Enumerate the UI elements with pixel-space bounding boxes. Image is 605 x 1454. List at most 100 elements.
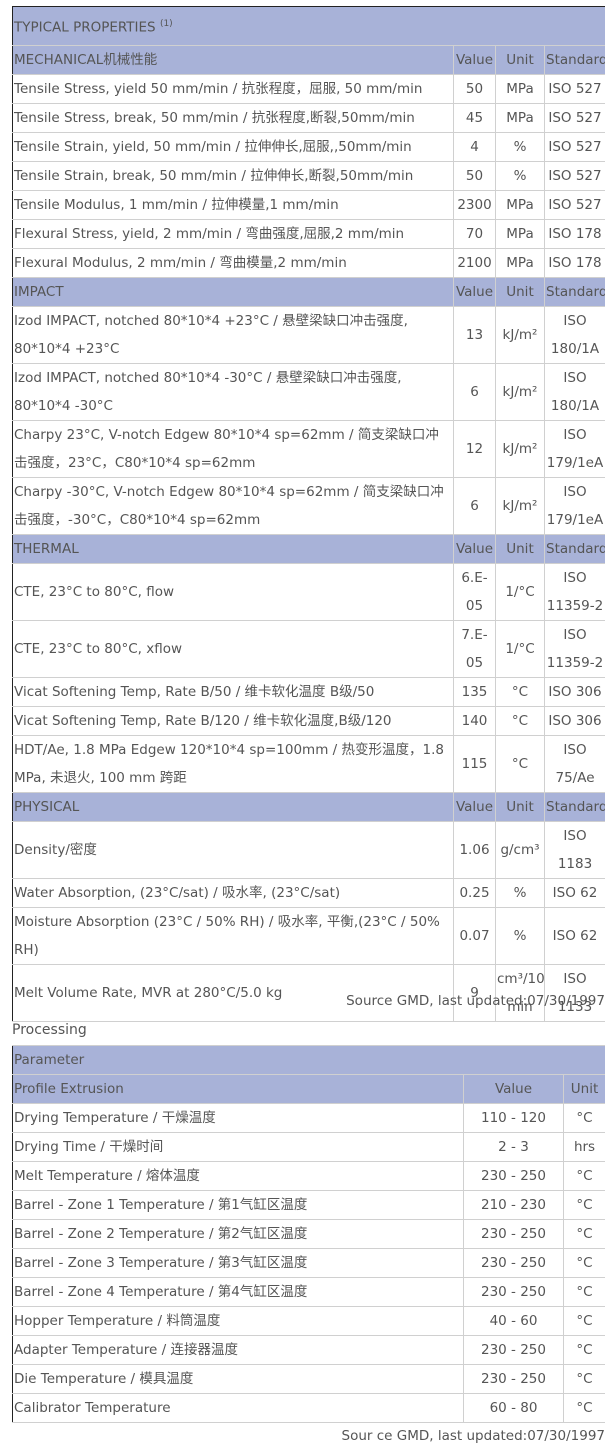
section-name: PHYSICAL (12, 791, 454, 822)
property-standard: ISO 11359-2 (544, 619, 605, 678)
property-value: 13 (453, 305, 496, 364)
processing-value: 230 - 250 (463, 1248, 564, 1278)
processing-unit: °C (562, 1335, 605, 1365)
processing-section-name: Profile Extrusion (12, 1074, 464, 1104)
property-row: Charpy 23°C, V-notch Edgew 80*10*4 sp=62… (12, 419, 605, 478)
property-label: Izod IMPACT, notched 80*10*4 +23°C / 悬壁梁… (12, 305, 454, 364)
property-label: Moisture Absorption (23°C / 50% RH) / 吸水… (12, 906, 454, 965)
property-value: 0.07 (453, 906, 496, 965)
section-header-row: IMPACT Value Unit Standard (12, 276, 605, 307)
property-standard: ISO 179/1eA (544, 419, 605, 478)
property-standard: ISO 527 (544, 102, 605, 133)
property-row: Vicat Softening Temp, Rate B/120 / 维卡软化温… (12, 705, 605, 736)
property-standard: ISO 180/1A (544, 362, 605, 421)
property-value: 6 (453, 476, 496, 535)
property-unit: % (495, 160, 545, 191)
property-row: Tensile Strain, break, 50 mm/min / 拉伸伸长,… (12, 160, 605, 191)
processing-unit: hrs (562, 1132, 605, 1162)
property-value: 140 (453, 705, 496, 736)
property-row: Charpy -30°C, V-notch Edgew 80*10*4 sp=6… (12, 476, 605, 535)
processing-row: Melt Temperature / 熔体温度 230 - 250 °C (12, 1161, 605, 1191)
processing-row: Drying Time / 干燥时间 2 - 3 hrs (12, 1132, 605, 1162)
property-label: Flexural Stress, yield, 2 mm/min / 弯曲强度,… (12, 218, 454, 249)
processing-unit: °C (562, 1190, 605, 1220)
processing-row: Die Temperature / 模具温度 230 - 250 °C (12, 1364, 605, 1394)
processing-row: Barrel - Zone 2 Temperature / 第2气缸区温度 230… (12, 1219, 605, 1249)
section-header-row: THERMAL Value Unit Standard (12, 533, 605, 564)
property-label: Tensile Strain, yield, 50 mm/min / 拉伸伸长,… (12, 131, 454, 162)
property-row: Tensile Stress, break, 50 mm/min / 抗张程度,… (12, 102, 605, 133)
properties-title: TYPICAL PROPERTIES (1) (12, 6, 605, 46)
processing-value-header: Value (463, 1074, 564, 1104)
processing-label: Melt Temperature / 熔体温度 (12, 1161, 464, 1191)
property-label: Tensile Modulus, 1 mm/min / 拉伸模量,1 mm/mi… (12, 189, 454, 220)
processing-label: Barrel - Zone 1 Temperature / 第1气缸区温度 (12, 1190, 464, 1220)
processing-row: Barrel - Zone 3 Temperature / 第3气缸区温度 230… (12, 1248, 605, 1278)
processing-value: 110 - 120 (463, 1103, 564, 1133)
property-row: Water Absorption, (23°C/sat) / 吸水率, (23°… (12, 877, 605, 908)
property-standard: ISO 62 (544, 877, 605, 908)
standard-header: Standard (544, 791, 605, 822)
property-standard: ISO 527 (544, 160, 605, 191)
properties-title-footnote: (1) (159, 19, 173, 29)
typical-properties-table: TYPICAL PROPERTIES (1) MECHANICAL机械性能 Val… (12, 6, 605, 1022)
property-value: 70 (453, 218, 496, 249)
property-standard: ISO 306 (544, 676, 605, 707)
processing-row: Drying Temperature / 干燥温度 110 - 120 °C (12, 1103, 605, 1133)
property-row: Flexural Stress, yield, 2 mm/min / 弯曲强度,… (12, 218, 605, 249)
processing-body: Parameter Profile Extrusion Value Unit D… (11, 1045, 605, 1423)
unit-header: Unit (495, 533, 545, 564)
property-value: 2100 (453, 247, 496, 278)
property-unit: kJ/m² (495, 362, 545, 421)
property-unit: kJ/m² (495, 305, 545, 364)
processing-unit: °C (562, 1364, 605, 1394)
standard-header: Standard (544, 533, 605, 564)
property-row: Density/密度 1.06 g/cm³ ISO 1183 (12, 820, 605, 879)
section-header-row: MECHANICAL机械性能 Value Unit Standard (12, 44, 605, 75)
property-standard: ISO 75/Ae (544, 734, 605, 793)
processing-header-row: Parameter (11, 1045, 605, 1075)
property-label: Tensile Stress, yield 50 mm/min / 抗张程度，屈… (12, 73, 454, 104)
processing-section-row: Profile Extrusion Value Unit (12, 1074, 605, 1104)
property-value: 7.E-05 (453, 619, 496, 678)
parameter-header: Parameter (11, 1045, 605, 1075)
property-label: Tensile Stress, break, 50 mm/min / 抗张程度,… (12, 102, 454, 133)
property-standard: ISO 178 (544, 247, 605, 278)
property-unit: °C (495, 676, 545, 707)
property-standard: ISO 179/1eA (544, 476, 605, 535)
property-value: 6.E-05 (453, 562, 496, 621)
property-label: Density/密度 (12, 820, 454, 879)
property-label: Charpy -30°C, V-notch Edgew 80*10*4 sp=6… (12, 476, 454, 535)
processing-value: 230 - 250 (463, 1161, 564, 1191)
processing-label: Die Temperature / 模具温度 (12, 1364, 464, 1394)
processing-value: 60 - 80 (463, 1393, 564, 1423)
property-standard: ISO 527 (544, 189, 605, 220)
property-row: HDT/Ae, 1.8 MPa Edgew 120*10*4 sp=100mm … (12, 734, 605, 793)
property-row: Moisture Absorption (23°C / 50% RH) / 吸水… (12, 906, 605, 965)
property-standard: ISO 527 (544, 73, 605, 104)
processing-row: Barrel - Zone 4 Temperature / 第4气缸区温度 230… (12, 1277, 605, 1307)
property-unit: MPa (495, 73, 545, 104)
property-value: 4 (453, 131, 496, 162)
processing-value: 2 - 3 (463, 1132, 564, 1162)
value-header: Value (453, 791, 496, 822)
processing-unit: °C (562, 1161, 605, 1191)
property-unit: MPa (495, 102, 545, 133)
processing-value: 230 - 250 (463, 1364, 564, 1394)
property-unit: % (495, 131, 545, 162)
property-row: Flexural Modulus, 2 mm/min / 弯曲模量,2 mm/m… (12, 247, 605, 278)
property-value: 50 (453, 160, 496, 191)
property-row: Tensile Stress, yield 50 mm/min / 抗张程度，屈… (12, 73, 605, 104)
processing-row: Barrel - Zone 1 Temperature / 第1气缸区温度 210… (12, 1190, 605, 1220)
property-unit: °C (495, 705, 545, 736)
processing-unit: °C (562, 1393, 605, 1423)
value-header: Value (453, 44, 496, 75)
property-standard: ISO 62 (544, 906, 605, 965)
property-unit: MPa (495, 247, 545, 278)
unit-header: Unit (495, 276, 545, 307)
property-unit: MPa (495, 189, 545, 220)
processing-label: Adapter Temperature / 连接器温度 (12, 1335, 464, 1365)
properties-source-note: Source GMD, last updated:07/30/1997 (346, 993, 605, 1009)
property-value: 12 (453, 419, 496, 478)
property-label: Flexural Modulus, 2 mm/min / 弯曲模量,2 mm/m… (12, 247, 454, 278)
